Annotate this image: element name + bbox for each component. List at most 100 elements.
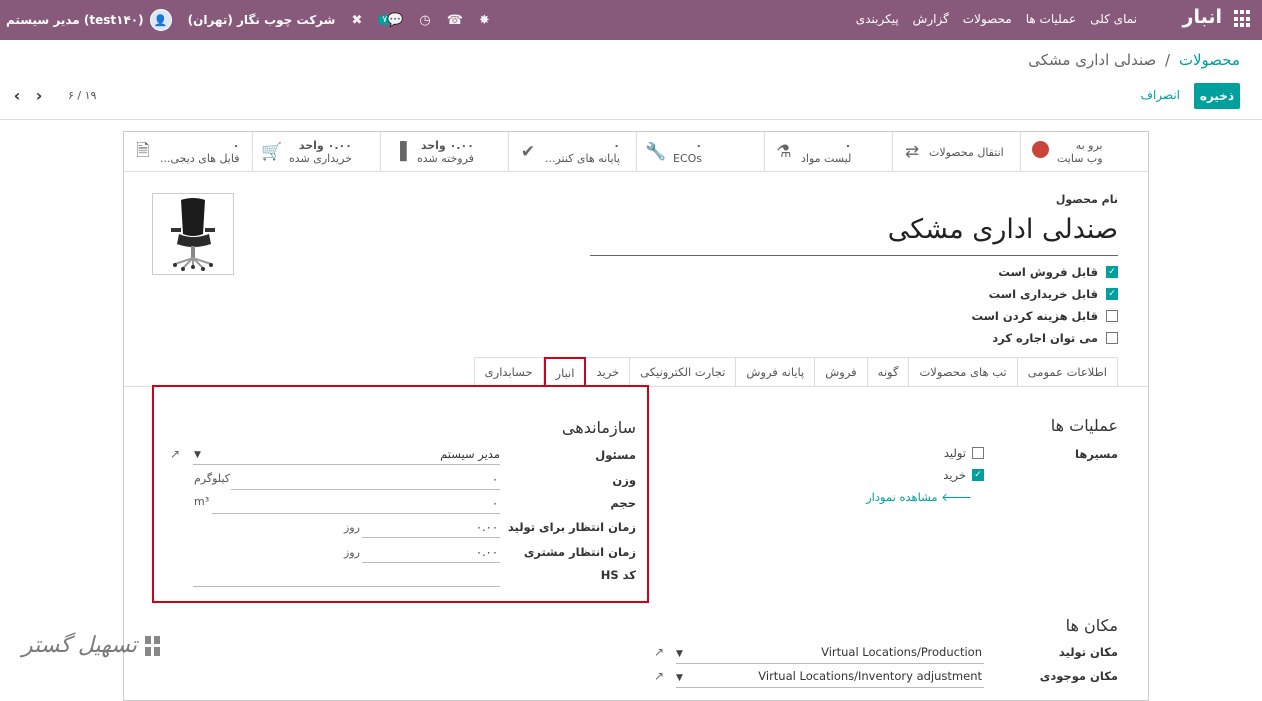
- tab-purchase[interactable]: خرید: [586, 357, 631, 387]
- apps-menu-icon[interactable]: [1232, 10, 1250, 28]
- inventory-location-value[interactable]: Virtual Locations/Inventory adjustment: [758, 669, 982, 683]
- app-brand[interactable]: انبار: [1183, 6, 1222, 28]
- watermark-text: تسهیل گستر: [22, 633, 138, 658]
- file-icon: 🗎: [136, 140, 150, 161]
- view-diagram-link[interactable]: 🡐 مشاهده نمودار: [866, 490, 972, 504]
- tab-general-info[interactable]: اطلاعات عمومی: [1017, 357, 1118, 387]
- checkbox-empty-icon[interactable]: [1106, 310, 1118, 322]
- checkbox-empty-icon[interactable]: [1106, 332, 1118, 344]
- production-location-label: مکان تولید: [1058, 645, 1118, 659]
- smart-line2: فایل های دیجی...: [160, 152, 240, 165]
- control-points-button[interactable]: ✔ ۰ پایانه های کنتر...: [508, 132, 636, 172]
- manufacturing-lead-value[interactable]: ۰.۰۰: [476, 520, 498, 534]
- volume-label: حجم: [610, 496, 636, 510]
- responsible-value[interactable]: مدیر سیستم: [440, 447, 500, 461]
- external-link-icon[interactable]: ↗: [170, 447, 180, 461]
- wrench-icon: 🔧: [645, 142, 667, 162]
- checkbox-checked-icon[interactable]: ✓: [972, 469, 984, 481]
- menu-overview[interactable]: نمای کلی: [1090, 12, 1137, 26]
- cart-icon: 🛒: [261, 142, 283, 162]
- messages-menu[interactable]: ۷ 💬: [378, 13, 403, 28]
- customer-lead-value[interactable]: ۰.۰۰: [476, 545, 498, 559]
- pager: ‹ › ۶ / ۱۹: [10, 86, 97, 105]
- tab-variants[interactable]: گونه: [867, 357, 910, 387]
- dropdown-caret-icon[interactable]: ▼: [194, 450, 201, 460]
- route-label: تولید: [943, 446, 966, 460]
- systray: مدیر سیستم (test۱۴۰) 👤 شرکت چوب نگار (ته…: [6, 6, 490, 34]
- tab-ecommerce[interactable]: تجارت الکترونیکی: [630, 357, 737, 387]
- customer-lead-label: زمان انتظار مشتری: [523, 545, 636, 559]
- menu-configuration[interactable]: پیکربندی: [856, 12, 899, 26]
- bug-icon[interactable]: ✸: [479, 13, 490, 28]
- production-location-underline: [676, 663, 984, 664]
- external-link-icon[interactable]: ↗: [654, 645, 664, 659]
- menu-reporting[interactable]: گزارش: [913, 12, 949, 26]
- top-navbar: انبار نمای کلی عملیات ها محصولات گزارش پ…: [0, 0, 1262, 40]
- flag-can-be-rented[interactable]: می توان اجاره کرد: [971, 327, 1118, 349]
- volume-underline: [212, 513, 500, 514]
- watermark-logo: تسهیل گستر: [22, 633, 167, 658]
- phone-icon[interactable]: ☎: [447, 13, 463, 28]
- pager-counter[interactable]: ۶ / ۱۹: [68, 89, 96, 102]
- tab-accounting[interactable]: حسابداری: [473, 357, 544, 387]
- external-link-icon[interactable]: ↗: [654, 669, 664, 683]
- tab-pos[interactable]: پایانه فروش: [736, 357, 816, 387]
- breadcrumb: محصولات / صندلی اداری مشکی: [1028, 51, 1240, 69]
- go-to-website-button[interactable]: برو به وب سایت: [1020, 132, 1148, 172]
- weight-label: وزن: [612, 473, 636, 487]
- flask-icon: ⚗: [776, 142, 792, 162]
- clock-icon[interactable]: ◷: [419, 13, 430, 28]
- tab-product-tabs[interactable]: تب های محصولات: [909, 357, 1018, 387]
- checkbox-checked-icon[interactable]: ✓: [1106, 266, 1118, 278]
- weight-unit: کیلوگرم: [194, 472, 230, 485]
- breadcrumb-products[interactable]: محصولات: [1179, 51, 1240, 69]
- menu-operations[interactable]: عملیات ها: [1026, 12, 1076, 26]
- company-switcher[interactable]: شرکت چوب نگار (تهران): [188, 13, 336, 27]
- tab-inventory[interactable]: انبار: [543, 357, 587, 387]
- product-moves-button[interactable]: ⇄ انتقال محصولات: [892, 132, 1020, 172]
- route-manufacture[interactable]: تولید: [944, 446, 984, 460]
- manufacturing-lead-label: زمان انتظار برای تولید: [507, 520, 636, 534]
- customer-lead-unit: روز: [344, 546, 360, 559]
- view-diagram-label: مشاهده نمودار: [866, 490, 938, 504]
- volume-value[interactable]: ۰: [492, 496, 498, 510]
- checkbox-empty-icon[interactable]: [972, 447, 984, 459]
- arrow-left-icon: 🡐: [937, 490, 972, 504]
- smart-line1: ۰.۰۰ واحد: [298, 139, 352, 152]
- smart-line2: ECOs: [673, 152, 703, 165]
- bar-chart-icon: ▐: [393, 142, 407, 162]
- flag-label: قابل هزینه کردن است: [971, 309, 1098, 323]
- manufacturing-lead-unit: روز: [344, 521, 360, 534]
- sold-button[interactable]: ▐ ۰.۰۰ واحد فروخته شده: [380, 132, 508, 172]
- route-buy[interactable]: ✓ خرید: [943, 468, 984, 482]
- pager-next-icon[interactable]: ›: [32, 86, 46, 105]
- product-name-underline: [590, 255, 1118, 256]
- bom-button[interactable]: ⚗ ۰ لیست مواد: [764, 132, 892, 172]
- checkbox-checked-icon[interactable]: ✓: [1106, 288, 1118, 300]
- flag-label: قابل خریداری است: [988, 287, 1098, 301]
- weight-value[interactable]: ۰: [492, 472, 498, 486]
- smart-line1: ۰.۰۰ واحد: [420, 139, 474, 152]
- flag-sale-ok[interactable]: ✓ قابل فروش است: [971, 261, 1118, 283]
- discard-button[interactable]: انصراف: [1141, 88, 1180, 102]
- ecos-button[interactable]: 🔧 ۰ ECOs: [636, 132, 764, 172]
- purchased-button[interactable]: 🛒 ۰.۰۰ واحد خریداری شده: [252, 132, 380, 172]
- locations-title: مکان ها: [1065, 616, 1118, 635]
- tab-sales[interactable]: فروش: [815, 357, 868, 387]
- product-name-input[interactable]: صندلی اداری مشکی: [888, 214, 1118, 245]
- flag-can-be-expensed[interactable]: قابل هزینه کردن است: [971, 305, 1118, 327]
- dropdown-caret-icon[interactable]: ▼: [676, 649, 683, 659]
- tools-icon[interactable]: ✖: [351, 13, 362, 28]
- hs-code-underline: [193, 586, 500, 587]
- product-image[interactable]: [152, 193, 234, 275]
- digital-files-button[interactable]: 🗎 ۰ فایل های دیجی...: [124, 132, 252, 172]
- save-button[interactable]: ذخیره: [1194, 83, 1240, 109]
- smart-line1: ۰: [613, 139, 620, 152]
- user-menu[interactable]: مدیر سیستم (test۱۴۰) 👤: [6, 9, 172, 31]
- production-location-value[interactable]: Virtual Locations/Production: [821, 645, 982, 659]
- form-sheet: برو به وب سایت ⇄ انتقال محصولات ⚗ ۰ لیست م…: [123, 131, 1149, 701]
- dropdown-caret-icon[interactable]: ▼: [676, 673, 683, 683]
- flag-purchase-ok[interactable]: ✓ قابل خریداری است: [971, 283, 1118, 305]
- pager-previous-icon[interactable]: ‹: [10, 86, 24, 105]
- menu-products[interactable]: محصولات: [963, 12, 1012, 26]
